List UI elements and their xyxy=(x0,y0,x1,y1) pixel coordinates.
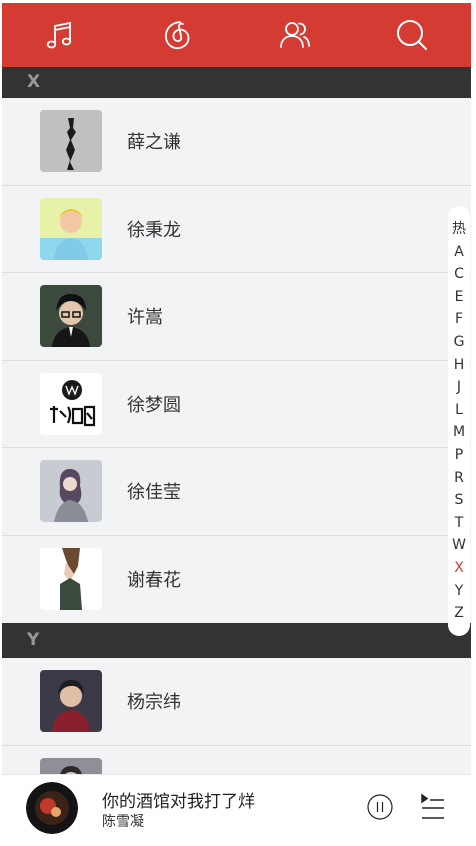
index-letter[interactable]: W xyxy=(452,534,466,557)
artist-row[interactable]: 薛之谦 xyxy=(2,98,471,186)
search-icon xyxy=(397,20,428,50)
index-letter[interactable]: H xyxy=(454,354,465,377)
artist-list[interactable]: X 薛之谦 徐秉龙 许嵩 徐梦圆 徐佳莹 谢春花 Y 杨宗纬 xyxy=(2,67,471,833)
artist-name: 徐梦圆 xyxy=(127,394,181,416)
music-note-icon xyxy=(46,21,71,49)
artist-avatar xyxy=(40,372,102,435)
song-title: 你的酒馆对我打了烊 xyxy=(102,792,255,812)
app-frame: X 薛之谦 徐秉龙 许嵩 徐梦圆 徐佳莹 谢春花 Y 杨宗纬 热 A C E F… xyxy=(2,3,471,841)
artist-name: 杨宗纬 xyxy=(127,692,181,714)
radio-icon xyxy=(164,21,190,50)
index-letter[interactable]: R xyxy=(454,467,464,490)
artist-name: 徐秉龙 xyxy=(127,219,181,241)
index-letter[interactable]: X xyxy=(454,557,464,580)
friends-icon xyxy=(280,22,311,48)
artist-row[interactable]: 徐秉龙 xyxy=(2,185,471,273)
singer-name: 陈雪凝 xyxy=(102,814,144,830)
index-letter[interactable]: Z xyxy=(454,602,464,625)
artist-name: 谢春花 xyxy=(127,570,181,592)
artist-avatar xyxy=(40,460,102,523)
tab-radio[interactable] xyxy=(119,3,236,67)
index-letter[interactable]: J xyxy=(457,376,461,399)
tab-friends[interactable] xyxy=(237,3,354,67)
index-letter[interactable]: E xyxy=(455,286,464,309)
artist-name: 许嵩 xyxy=(127,307,163,329)
artist-row[interactable]: 徐梦圆 xyxy=(2,360,471,448)
tab-music[interactable] xyxy=(2,3,119,67)
artist-row[interactable]: 许嵩 xyxy=(2,273,471,361)
index-letter[interactable]: L xyxy=(455,399,463,422)
index-letter[interactable]: C xyxy=(454,263,464,286)
index-letter[interactable]: A xyxy=(454,241,464,264)
section-header-x: X xyxy=(2,67,471,98)
mini-player[interactable]: 你的酒馆对我打了烊 陈雪凝 xyxy=(2,774,471,841)
artist-name: 徐佳莹 xyxy=(127,482,181,504)
alphabet-index[interactable]: 热ACEFGHJLMPRSTWXYZ xyxy=(448,206,470,636)
artist-row[interactable]: 杨宗纬 xyxy=(2,658,471,746)
section-header-y: Y xyxy=(2,623,471,658)
index-letter[interactable]: 热 xyxy=(452,218,466,241)
playlist-icon[interactable] xyxy=(418,792,446,822)
index-letter[interactable]: S xyxy=(455,489,464,512)
index-letter[interactable]: Y xyxy=(455,580,464,603)
artist-avatar xyxy=(40,670,102,733)
index-letter[interactable]: M xyxy=(453,421,465,444)
index-letter[interactable]: G xyxy=(454,331,465,354)
artist-avatar xyxy=(40,197,102,260)
artist-name: 薛之谦 xyxy=(127,132,181,154)
index-letter[interactable]: T xyxy=(455,512,464,535)
artist-row[interactable]: 谢春花 xyxy=(2,535,471,623)
artist-row[interactable]: 徐佳莹 xyxy=(2,448,471,536)
top-tab-bar xyxy=(2,3,471,67)
pause-icon[interactable] xyxy=(366,793,394,821)
artist-avatar xyxy=(40,548,102,611)
artist-avatar xyxy=(40,110,102,173)
artist-avatar xyxy=(40,285,102,348)
album-cover[interactable] xyxy=(26,782,78,834)
index-letter[interactable]: P xyxy=(455,444,463,467)
index-letter[interactable]: F xyxy=(455,308,463,331)
tab-search[interactable] xyxy=(354,3,471,67)
